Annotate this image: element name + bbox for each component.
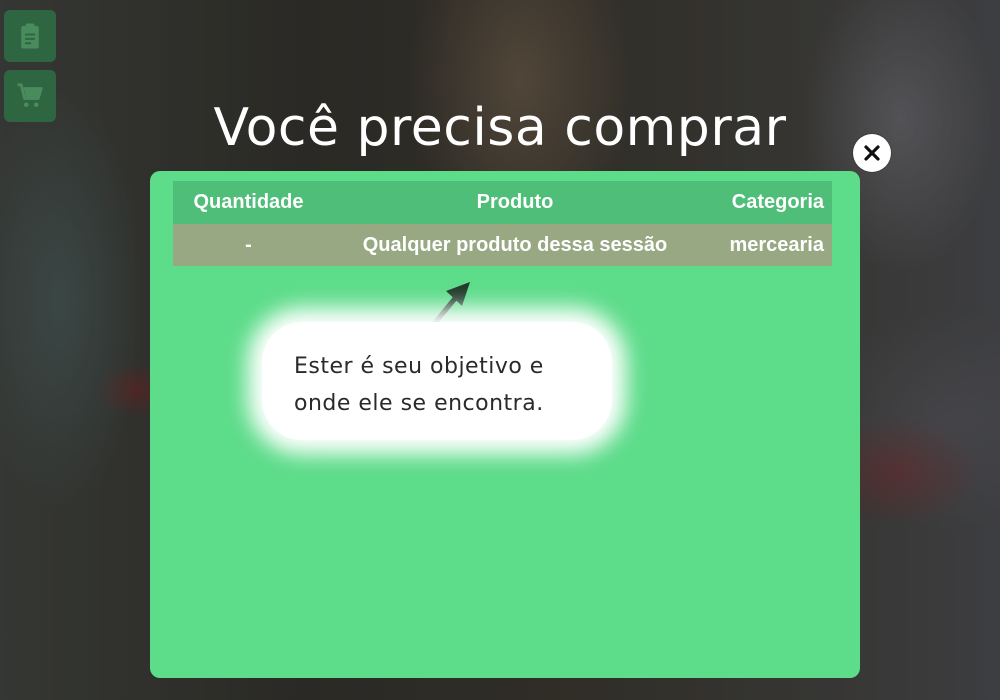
tooltip-text: Ester é seu objetivo e onde ele se encon… (294, 348, 614, 422)
header-quantidade: Quantidade (193, 191, 304, 213)
table-header-row: Quantidade Produto Categoria (173, 181, 832, 224)
close-icon (864, 145, 880, 161)
clipboard-icon (21, 23, 39, 49)
clipboard-button[interactable] (4, 10, 56, 62)
tutorial-tooltip: Ester é seu objetivo e onde ele se encon… (262, 322, 612, 440)
header-categoria: Categoria (731, 191, 824, 213)
tooltip-line-1: Ester é seu objetivo e (294, 354, 544, 379)
cell-categoria: mercearia (729, 233, 824, 256)
cell-produto: Qualquer produto dessa sessão (362, 233, 668, 256)
tooltip-line-2: onde ele se encontra. (294, 391, 544, 416)
close-button[interactable] (853, 134, 891, 172)
page-title: Você precisa comprar (213, 98, 787, 158)
table-row: - Qualquer produto dessa sessão merceari… (173, 224, 832, 266)
header-produto: Produto (476, 191, 554, 213)
shopping-list-table: Quantidade Produto Categoria - Qualquer … (173, 181, 832, 266)
cell-quantidade: - (245, 233, 252, 256)
